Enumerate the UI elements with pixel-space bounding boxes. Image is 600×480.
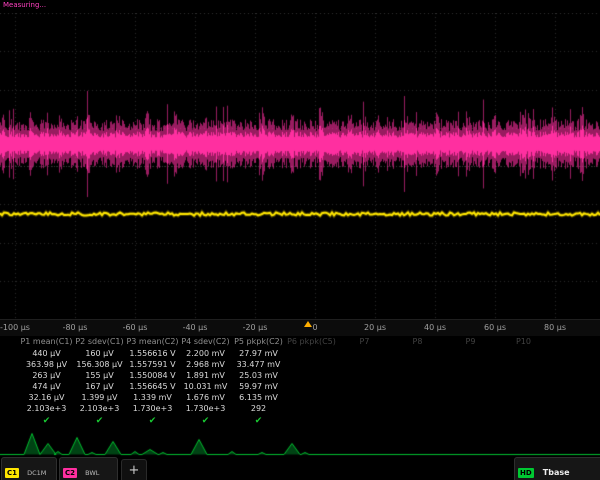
measure-value-cell: 1.891 mV [179,370,232,381]
measure-header-p9[interactable]: P9 [444,336,497,348]
time-axis-label: 20 µs [364,323,386,332]
measure-value-cell: 1.556645 V [126,381,179,392]
measure-status-check-icon: ✔ [73,414,126,428]
measure-value-row: 474 µV167 µV1.556645 V10.031 mV59.97 mV [0,381,600,392]
measurement-table-body: 440 µV160 µV1.556616 V2.200 mV27.97 mV36… [0,348,600,428]
timebase-title: Tbase [543,468,570,477]
hd-mode-badge: HD [518,468,534,478]
measure-value-cell: 1.676 mV [179,392,232,403]
measure-value-cell: 156.308 µV [73,359,126,370]
measurement-table: P1 mean(C1)P2 sdev(C1)P3 mean(C2)P4 sdev… [0,336,600,428]
measure-value-cell: 440 µV [20,348,73,359]
measure-value-cell: 6.135 mV [232,392,285,403]
measure-header-p6[interactable]: P6 pkpk(C5) [285,336,338,348]
measure-value-cell: 167 µV [73,381,126,392]
measure-value-cell: 2.200 mV [179,348,232,359]
time-axis-label: 80 µs [544,323,566,332]
measure-header-p8[interactable]: P8 [391,336,444,348]
time-axis-label: -100 µs [0,323,30,332]
bottom-descriptor-bar: C1 DC1M 10.0 mV C2 BWL DC1M 10.0 mV + HD… [0,457,600,480]
measure-value-cell: 1.557591 V [126,359,179,370]
measure-value-row: 263 µV155 µV1.550084 V1.891 mV25.03 mV [0,370,600,381]
measure-header-p4[interactable]: P4 sdev(C2) [179,336,232,348]
c2-channel-badge: C2 [63,468,77,478]
time-axis-label: 60 µs [484,323,506,332]
measure-value-cell: 27.97 mV [232,348,285,359]
measure-value-cell: 155 µV [73,370,126,381]
measurement-trend-trace[interactable] [0,428,600,456]
measure-status-check-icon: ✔ [20,414,73,428]
measure-header-p7[interactable]: P7 [338,336,391,348]
measure-value-cell: 2.103e+3 [73,403,126,414]
measure-status-check-icon: ✔ [126,414,179,428]
timebase-descriptor-button[interactable]: HD Tbase 12 Bits 20.0 µs/div [514,457,600,480]
time-axis-label: -80 µs [63,323,88,332]
time-axis-label: -20 µs [243,323,268,332]
measure-value-row: 2.103e+32.103e+31.730e+31.730e+3292 [0,403,600,414]
oscilloscope-screen: Measuring... -100 µs -80 µs -60 µs -40 µs -2… [0,0,600,480]
measure-value-cell: 263 µV [20,370,73,381]
measurement-table-headers: P1 mean(C1)P2 sdev(C1)P3 mean(C2)P4 sdev… [0,336,600,348]
time-axis-label: 0 [312,323,317,332]
measure-header-p10[interactable]: P10 [497,336,550,348]
measure-header-p2[interactable]: P2 sdev(C1) [73,336,126,348]
measure-value-row: 363.98 µV156.308 µV1.557591 V2.968 mV33.… [0,359,600,370]
measure-value-cell: 292 [232,403,285,414]
measure-value-cell: 32.16 µV [20,392,73,403]
measure-value-row: 32.16 µV1.399 µV1.339 mV1.676 mV6.135 mV [0,392,600,403]
measure-header-p5[interactable]: P5 pkpk(C2) [232,336,285,348]
time-axis: -100 µs -80 µs -60 µs -40 µs -20 µs 0 20 µs 40 … [0,319,600,336]
time-axis-label: -60 µs [123,323,148,332]
measure-status-check-icon: ✔ [232,414,285,428]
measure-header-p3[interactable]: P3 mean(C2) [126,336,179,348]
trigger-position-marker[interactable] [304,321,312,327]
waveform-grid-display[interactable] [0,13,600,319]
time-axis-label: -40 µs [183,323,208,332]
channel-c1-descriptor-button[interactable]: C1 DC1M 10.0 mV [1,457,57,480]
measure-value-cell: 2.968 mV [179,359,232,370]
measure-value-cell: 10.031 mV [179,381,232,392]
acquisition-status-text: Measuring... [3,1,46,9]
measure-value-cell: 1.550084 V [126,370,179,381]
measure-value-cell: 1.556616 V [126,348,179,359]
time-axis-label: 40 µs [424,323,446,332]
c1-coupling-label: DC1M [27,469,46,477]
measure-status-row: ✔✔✔✔✔ [0,414,600,428]
measure-status-check-icon: ✔ [179,414,232,428]
measure-value-cell: 1.339 mV [126,392,179,403]
c1-channel-badge: C1 [5,468,19,478]
add-trace-button[interactable]: + [121,459,147,480]
measure-value-cell: 25.03 mV [232,370,285,381]
measure-value-cell: 1.730e+3 [179,403,232,414]
measure-value-cell: 1.399 µV [73,392,126,403]
measure-value-cell: 59.97 mV [232,381,285,392]
measure-value-cell: 2.103e+3 [20,403,73,414]
channel-c2-descriptor-button[interactable]: C2 BWL DC1M 10.0 mV [59,457,118,480]
measure-value-cell: 1.730e+3 [126,403,179,414]
measure-value-cell: 33.477 mV [232,359,285,370]
measure-value-cell: 474 µV [20,381,73,392]
measure-value-row: 440 µV160 µV1.556616 V2.200 mV27.97 mV [0,348,600,359]
measure-value-cell: 363.98 µV [20,359,73,370]
measure-value-cell: 160 µV [73,348,126,359]
measure-header-p1[interactable]: P1 mean(C1) [20,336,73,348]
